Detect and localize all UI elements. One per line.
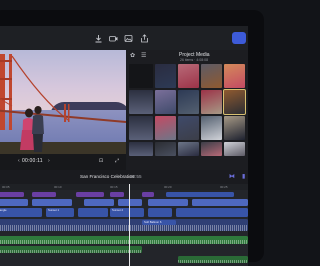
media-thumbnail[interactable] — [129, 64, 153, 88]
timeline-clip[interactable] — [0, 246, 142, 253]
clip-label: Soft Balloon 6 — [144, 220, 162, 224]
photos-icon[interactable]: ✿ — [130, 52, 135, 59]
timeline-clip[interactable] — [0, 199, 28, 206]
timeline-clip[interactable] — [0, 236, 248, 244]
filter-icon[interactable]: ☰ — [141, 52, 146, 59]
clip-label: Sunset 1 — [48, 208, 60, 212]
ruler-tick: 00:25 — [220, 185, 228, 189]
clip-label: Sunset 2 — [112, 208, 124, 212]
zoom-button[interactable]: ⊡ — [96, 156, 106, 166]
top-toolbar — [0, 26, 248, 50]
timecode-forward-icon[interactable]: › — [48, 158, 50, 164]
media-thumbnail[interactable] — [201, 142, 222, 156]
viewer-controls: ‹ 00:00:11 › ⊡ ⤢ — [0, 154, 126, 170]
media-thumbnail[interactable] — [224, 64, 245, 88]
viewer-timecode: 00:00:11 — [22, 158, 43, 164]
media-thumbnail[interactable] — [201, 64, 222, 88]
media-thumbnail[interactable] — [155, 116, 176, 140]
media-thumbnail[interactable] — [178, 142, 199, 156]
media-thumbnail[interactable] — [224, 142, 245, 156]
timecode-back-icon[interactable]: ‹ — [18, 158, 20, 164]
playhead[interactable] — [129, 184, 130, 266]
timeline[interactable]: 00:05 00:10 00:15 00:20 00:25 Rectangle S… — [0, 184, 248, 266]
ruler-tick: 00:20 — [164, 185, 172, 189]
timeline-clip[interactable] — [176, 208, 248, 217]
media-thumbnail[interactable] — [129, 116, 153, 140]
project-duration: 00:55 — [130, 174, 142, 179]
clip-label: Rectangle — [0, 208, 7, 212]
timeline-clip-labeled[interactable]: Sunset 1 — [46, 208, 74, 217]
media-thumbnail[interactable] — [224, 116, 245, 140]
timeline-clip[interactable] — [148, 208, 172, 217]
audio-waveform — [178, 259, 248, 263]
media-thumbnail[interactable] — [201, 116, 222, 140]
timeline-clip[interactable] — [178, 256, 248, 263]
media-thumbnail[interactable] — [178, 116, 199, 140]
skimming-icon[interactable]: ▮ — [242, 173, 245, 180]
timeline-clip-labeled[interactable]: Rectangle — [0, 208, 42, 217]
snapping-icon[interactable]: ⧓ — [229, 173, 235, 180]
camera-icon[interactable] — [109, 34, 118, 43]
media-thumbnail[interactable] — [178, 90, 199, 114]
timeline-clip[interactable] — [192, 199, 248, 206]
timeline-clip[interactable] — [32, 192, 56, 197]
photo-icon[interactable] — [124, 34, 133, 43]
audio-waveform — [0, 225, 248, 231]
project-title: San Francisco Celebration — [80, 174, 135, 179]
timeline-clip[interactable] — [0, 192, 24, 197]
timeline-clip[interactable] — [78, 208, 108, 217]
timeline-clip-labeled[interactable]: Soft Balloon 6 — [142, 220, 176, 225]
timeline-clip[interactable] — [84, 199, 114, 206]
timeline-clip[interactable] — [142, 192, 154, 197]
media-thumbnail[interactable] — [223, 89, 246, 115]
final-cut-screen: ‹ 00:00:11 › ⊡ ⤢ ✿ ☰ Project Media 26 it… — [0, 26, 248, 266]
audio-waveform — [0, 240, 248, 244]
media-thumbnail[interactable] — [201, 90, 222, 114]
timeline-clip[interactable] — [0, 219, 248, 231]
timeline-ruler: 00:05 00:10 00:15 00:20 00:25 — [0, 184, 248, 190]
timeline-clip[interactable] — [110, 192, 124, 197]
ruler-tick: 00:10 — [54, 185, 62, 189]
viewer: ‹ 00:00:11 › ⊡ ⤢ — [0, 50, 126, 170]
inspector-toggle-button[interactable] — [232, 32, 246, 44]
timeline-clip-labeled[interactable]: Sunset 2 — [110, 208, 144, 217]
media-thumbnail[interactable] — [129, 90, 153, 114]
ruler-tick: 00:15 — [110, 185, 118, 189]
ruler-tick: 00:05 — [2, 185, 10, 189]
share-icon[interactable] — [140, 34, 149, 43]
timeline-clip[interactable] — [76, 192, 104, 197]
timeline-header: San Francisco Celebration 00:55 ⧓ ▮ — [0, 170, 248, 184]
media-thumbnail[interactable] — [129, 142, 153, 156]
fullscreen-icon[interactable]: ⤢ — [112, 156, 122, 166]
audio-waveform — [0, 249, 142, 253]
media-thumbnail[interactable] — [155, 142, 176, 156]
media-browser: ✿ ☰ Project Media 26 items · 4:08:08 — [127, 50, 248, 170]
download-icon[interactable] — [94, 34, 103, 43]
timeline-clip[interactable] — [118, 199, 142, 206]
couple-image — [20, 106, 44, 152]
timeline-clip[interactable] — [148, 199, 188, 206]
media-thumbnail[interactable] — [155, 64, 176, 88]
timeline-clip[interactable] — [166, 192, 234, 197]
media-thumbnail[interactable] — [155, 90, 176, 114]
ipad-frame: ‹ 00:00:11 › ⊡ ⤢ ✿ ☰ Project Media 26 it… — [0, 10, 264, 266]
browser-subtitle: 26 items · 4:08:08 — [180, 58, 209, 62]
media-thumbnail[interactable] — [178, 64, 199, 88]
timeline-clip[interactable] — [32, 199, 72, 206]
